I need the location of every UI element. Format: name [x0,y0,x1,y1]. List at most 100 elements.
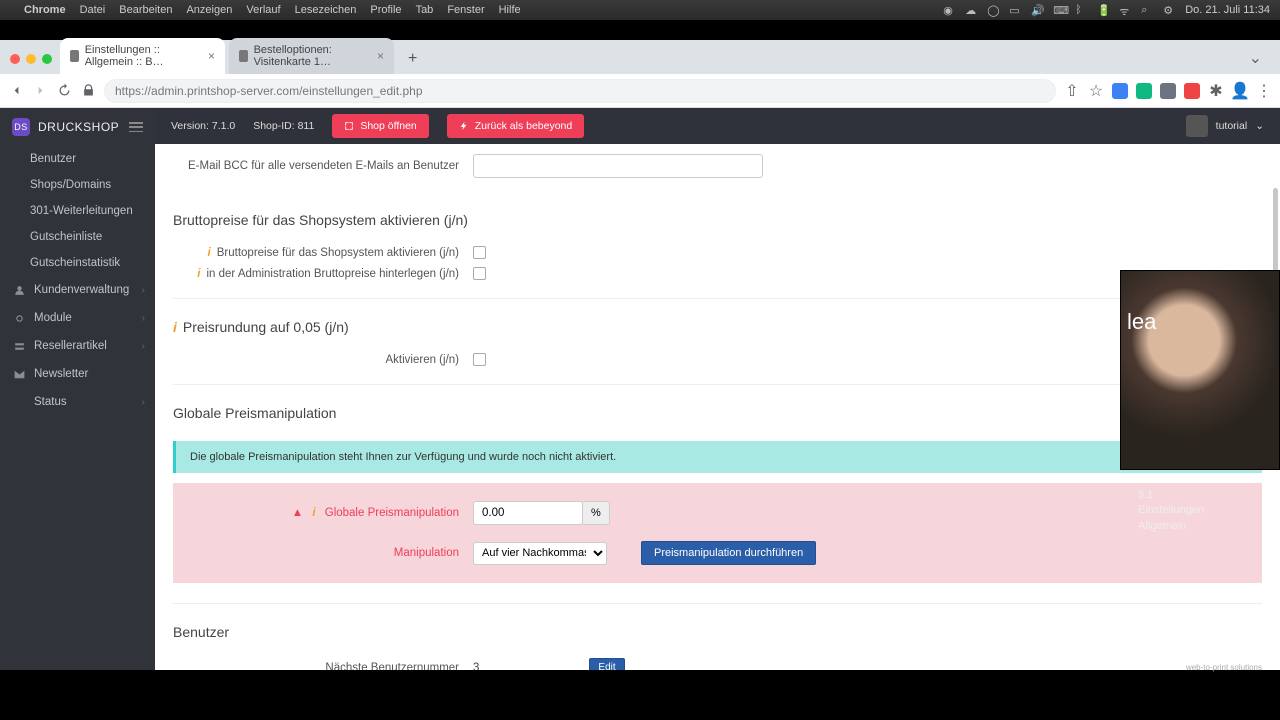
menu-fenster[interactable]: Fenster [447,4,484,16]
menu-bearbeiten[interactable]: Bearbeiten [119,4,172,16]
tab-einstellungen[interactable]: Einstellungen :: Allgemein :: B… × [60,38,225,74]
lightning-icon [459,121,469,131]
favicon-icon [70,50,79,62]
main-content: Version: 7.1.0 Shop-ID: 811 Shop öffnen … [155,108,1280,670]
chevron-right-icon: › [142,285,145,296]
run-manipulation-button[interactable]: Preismanipulation durchführen [641,541,816,565]
status-sync-icon: ◯ [987,4,999,16]
profile-avatar-icon[interactable]: 👤 [1232,83,1248,99]
status-battery-icon: 🔋 [1097,4,1109,16]
menu-lesezeichen[interactable]: Lesezeichen [295,4,357,16]
status-control-center-icon[interactable]: ⚙ [1163,4,1175,16]
sidebar-item-newsletter[interactable]: Newsletter [0,360,155,388]
mail-icon [12,367,26,381]
brand-logo-icon: DS [12,118,30,136]
section-preisrundung-title: iPreisrundung auf 0,05 (j/n) [173,311,1262,349]
nav-back-icon[interactable] [8,83,24,99]
brutto-opt2-label: in der Administration Bruttopreise hinte… [207,268,460,280]
status-cloud-icon: ☁ [965,4,977,16]
address-bar[interactable]: https://admin.printshop-server.com/einst… [104,79,1056,103]
brutto-opt1-checkbox[interactable] [473,246,486,259]
info-icon[interactable]: i [208,247,211,259]
status-volume-icon: 🔊 [1031,4,1043,16]
chevron-down-icon: ⌄ [1255,120,1264,132]
video-caption: 5.1 Einstellungen Allgemein [1130,480,1270,542]
percent-suffix: % [583,501,610,525]
section-benutzer-title: Benutzer [173,616,1262,654]
window-minimize-icon[interactable] [26,54,36,64]
module-icon [12,311,26,325]
status-wifi-icon: ᯤ [1119,4,1131,16]
global-alert: Die globale Preismanipulation steht Ihne… [173,441,1262,473]
section-bruttopreise-title: Bruttopreise für das Shopsystem aktivier… [173,204,1262,242]
app-name[interactable]: Chrome [24,4,66,16]
site-lock-icon[interactable] [80,83,96,99]
brutto-opt2-checkbox[interactable] [473,267,486,280]
next-usernum-value: 3 [473,662,479,671]
section-global-title: Globale Preismanipulation [173,397,1262,435]
user-menu[interactable]: tutorial ⌄ [1186,115,1264,137]
menu-anzeigen[interactable]: Anzeigen [186,4,232,16]
leadprint-logo: leadprint+ web-to-print solutions [1155,634,1262,662]
nav-reload-icon[interactable] [56,83,72,99]
admin-sidebar: DS DRUCKSHOP Benutzer Shops/Domains 301-… [0,108,155,670]
tab-close-icon[interactable]: × [208,49,215,63]
menu-verlauf[interactable]: Verlauf [246,4,280,16]
tabs-dropdown-icon[interactable]: ⌄ [1239,42,1272,74]
extension-icon[interactable] [1112,83,1128,99]
plus-icon: + [1255,630,1262,644]
brand-header[interactable]: DS DRUCKSHOP [0,108,155,146]
menu-datei[interactable]: Datei [80,4,106,16]
open-shop-button[interactable]: Shop öffnen [332,114,428,138]
menu-profile[interactable]: Profile [370,4,401,16]
tab-title: Bestelloptionen: Visitenkarte 1… [254,44,367,68]
status-search-icon[interactable]: ⌕ [1141,4,1153,16]
nav-forward-icon [32,83,48,99]
menu-hilfe[interactable]: Hilfe [499,4,521,16]
sidebar-item-gutscheinliste[interactable]: Gutscheinliste [0,224,155,250]
new-tab-button[interactable]: + [398,44,427,74]
global-manipulation-panel: ▲ i Globale Preismanipulation % Manipula… [173,483,1262,583]
round-label: Aktivieren (j/n) [386,354,460,366]
chrome-menu-icon[interactable]: ⋮ [1256,83,1272,99]
bookmark-star-icon[interactable]: ☆ [1088,83,1104,99]
browser-tabstrip: Einstellungen :: Allgemein :: B… × Beste… [0,40,1280,74]
window-zoom-icon[interactable] [42,54,52,64]
webcam-watermark: lea [1127,309,1156,335]
warning-icon: ▲ [292,507,303,519]
sidebar-item-status[interactable]: Status› [0,388,155,416]
menu-tab[interactable]: Tab [416,4,434,16]
edit-usernum-button[interactable]: Edit [589,658,624,670]
manipulation-label: Manipulation [394,547,459,559]
sidebar-toggle-icon[interactable] [129,122,143,132]
round-checkbox[interactable] [473,353,486,366]
next-usernum-label: Nächste Benutzernummer [325,662,459,671]
sidebar-item-kundenverwaltung[interactable]: Kundenverwaltung› [0,276,155,304]
window-close-icon[interactable] [10,54,20,64]
extension-icon[interactable] [1160,83,1176,99]
extensions-puzzle-icon[interactable]: ✱ [1208,83,1224,99]
info-icon[interactable]: i [173,319,177,335]
menubar-clock[interactable]: Do. 21. Juli 11:34 [1185,4,1270,16]
sidebar-item-module[interactable]: Module› [0,304,155,332]
version-label: Version: 7.1.0 [171,120,235,132]
manipulation-select[interactable]: Auf vier Nachkommastellen runden [473,542,607,565]
favicon-icon [239,50,248,62]
sidebar-item-301[interactable]: 301-Weiterleitungen [0,198,155,224]
sidebar-item-benutzer[interactable]: Benutzer [0,146,155,172]
brand-name: DRUCKSHOP [38,120,119,134]
email-bcc-input[interactable] [473,154,763,178]
info-icon[interactable]: i [197,268,200,280]
brutto-opt1-label: Bruttopreise für das Shopsystem aktivier… [217,247,459,259]
extension-icon[interactable] [1184,83,1200,99]
tab-bestelloptionen[interactable]: Bestelloptionen: Visitenkarte 1… × [229,38,394,74]
global-percent-input[interactable] [473,501,583,525]
tab-close-icon[interactable]: × [377,49,384,63]
sidebar-item-resellerartikel[interactable]: Resellerartikel› [0,332,155,360]
share-icon[interactable]: ⇧ [1064,83,1080,99]
sidebar-item-shops-domains[interactable]: Shops/Domains [0,172,155,198]
back-as-button[interactable]: Zurück als bebeyond [447,114,584,138]
info-icon[interactable]: i [312,507,315,519]
sidebar-item-gutscheinstatistik[interactable]: Gutscheinstatistik [0,250,155,276]
extension-icon[interactable] [1136,83,1152,99]
